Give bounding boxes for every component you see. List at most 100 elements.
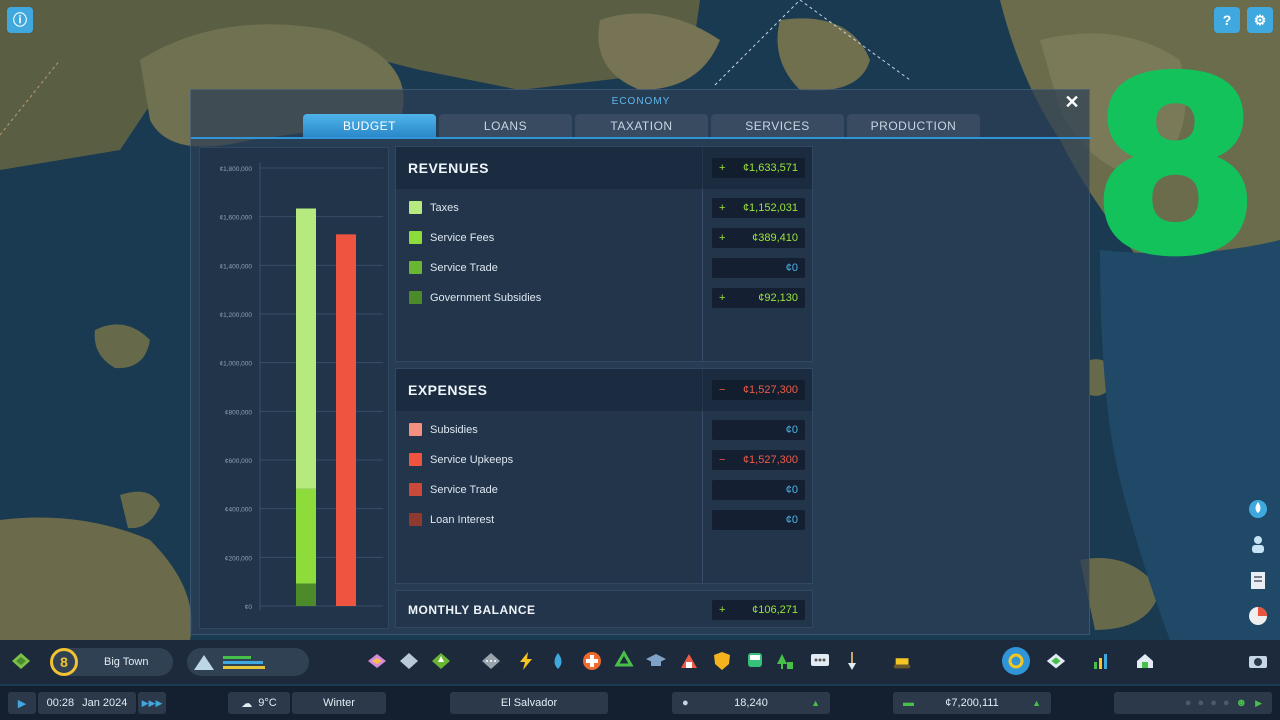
garbage-tool[interactable] bbox=[613, 650, 635, 672]
tab-loans[interactable]: LOANS bbox=[439, 114, 572, 137]
info-icon: ⓘ bbox=[13, 12, 27, 28]
water-info-button[interactable] bbox=[1244, 494, 1272, 522]
expense-row-label: Subsidies bbox=[430, 424, 478, 436]
tab-services[interactable]: SERVICES bbox=[711, 114, 844, 137]
bulldozer-icon bbox=[893, 658, 911, 669]
tab-taxation[interactable]: TAXATION bbox=[575, 114, 708, 137]
value-amount: ¢1,527,300 bbox=[742, 454, 798, 466]
tab-production[interactable]: PRODUCTION bbox=[847, 114, 980, 137]
milestone-badge: 8 bbox=[50, 648, 78, 676]
fast-forward-icon: ▶▶▶ bbox=[141, 697, 163, 708]
revenue-row-label: Taxes bbox=[430, 202, 459, 214]
money-display[interactable]: ▬ ¢7,200,111 ▲ bbox=[893, 692, 1051, 714]
road-icon bbox=[482, 653, 500, 669]
economy-button[interactable] bbox=[1134, 650, 1156, 672]
zoning-tool[interactable] bbox=[366, 650, 388, 672]
landscaping-tool[interactable] bbox=[430, 650, 452, 672]
dot-icon: ● bbox=[1197, 697, 1205, 709]
bulldozer-tool[interactable] bbox=[892, 650, 914, 672]
game-date: Jan 2024 bbox=[82, 697, 128, 709]
landscaping-shovel-tool[interactable] bbox=[841, 650, 863, 672]
play-icon: ▶ bbox=[17, 697, 27, 710]
value-amount: ¢0 bbox=[785, 514, 798, 526]
happiness-display[interactable]: ● ● ● ● ☻ ▶ bbox=[1114, 692, 1272, 714]
chirper-log-button[interactable] bbox=[1244, 566, 1272, 594]
parks-tool[interactable] bbox=[774, 650, 796, 672]
expenses-title: EXPENSES bbox=[408, 382, 488, 398]
question-icon: ? bbox=[1222, 12, 1232, 28]
city-info-pill[interactable]: 8 Big Town bbox=[50, 648, 173, 676]
value-sign: + bbox=[719, 604, 726, 616]
temperature: 9°C bbox=[258, 697, 277, 709]
revenues-total: + ¢1,633,571 bbox=[712, 158, 805, 178]
city-hall-icon bbox=[194, 655, 214, 670]
economy-tabs: BUDGET LOANS TAXATION SERVICES PRODUCTIO… bbox=[303, 114, 983, 137]
y-tick-label: ¢200,000 bbox=[225, 555, 252, 562]
pie-chart-icon bbox=[1249, 607, 1267, 625]
expense-row-value: ¢0 bbox=[712, 420, 805, 440]
info-button[interactable]: ⓘ bbox=[7, 7, 33, 33]
revenue-row-value: ¢0 bbox=[712, 258, 805, 278]
recycle-icon bbox=[614, 650, 634, 667]
value-amount: ¢106,271 bbox=[752, 604, 798, 616]
layers-icon bbox=[12, 653, 30, 669]
police-tool[interactable] bbox=[711, 650, 733, 672]
legend-swatch bbox=[409, 453, 422, 466]
expense-row-value: − ¢1,527,300 bbox=[712, 450, 805, 470]
person-icon: ● bbox=[682, 697, 689, 709]
status-bar: ▶ 00:28 Jan 2024 ▶▶▶ ☁ 9°C Winter El Sal… bbox=[0, 686, 1280, 720]
statistics-button[interactable] bbox=[1090, 650, 1112, 672]
chart-bar-segment bbox=[336, 234, 356, 606]
value-amount: ¢1,152,031 bbox=[742, 202, 798, 214]
map-layers-button[interactable] bbox=[10, 650, 32, 672]
play-button[interactable]: ▶ bbox=[8, 692, 36, 714]
y-tick-label: ¢400,000 bbox=[225, 507, 252, 514]
speed-button[interactable]: ▶▶▶ bbox=[138, 692, 166, 714]
health-tool[interactable] bbox=[581, 650, 603, 672]
graduation-cap-icon bbox=[646, 654, 666, 666]
value-sign: − bbox=[719, 454, 726, 466]
revenue-row-value: + ¢389,410 bbox=[712, 228, 805, 248]
roads-tool[interactable] bbox=[480, 650, 502, 672]
water-tool[interactable] bbox=[547, 650, 569, 672]
y-tick-label: ¢1,400,000 bbox=[219, 263, 252, 270]
citizens-info-button[interactable] bbox=[1244, 530, 1272, 558]
y-tick-label: ¢1,600,000 bbox=[219, 215, 252, 222]
info-views-button[interactable] bbox=[1002, 647, 1030, 675]
budget-chart: ¢1,800,000 ¢1,600,000 ¢1,400,000 ¢1,200,000… bbox=[199, 147, 389, 629]
transportation-tool[interactable] bbox=[744, 650, 766, 672]
area-tool[interactable] bbox=[398, 650, 420, 672]
y-tick-label: ¢1,200,000 bbox=[219, 312, 252, 319]
progression-pill[interactable] bbox=[187, 648, 309, 676]
statistics-pie-button[interactable] bbox=[1244, 602, 1272, 630]
tree-icon bbox=[777, 654, 793, 669]
expenses-total: − ¢1,527,300 bbox=[712, 380, 805, 400]
photo-mode-button[interactable] bbox=[1247, 650, 1269, 672]
expenses-header: EXPENSES − ¢1,527,300 bbox=[396, 369, 812, 411]
population-display[interactable]: ● 18,240 ▲ bbox=[672, 692, 830, 714]
y-tick-label: ¢800,000 bbox=[225, 409, 252, 416]
tab-budget[interactable]: BUDGET bbox=[303, 114, 436, 137]
population-count: 18,240 bbox=[734, 697, 768, 709]
region-display[interactable]: El Salvador bbox=[450, 692, 608, 714]
communications-tool[interactable] bbox=[809, 650, 831, 672]
map-view-button[interactable] bbox=[1045, 650, 1067, 672]
cash-icon: ▬ bbox=[903, 697, 914, 709]
progress-bar-green bbox=[223, 655, 251, 659]
money-amount: ¢7,200,111 bbox=[945, 697, 999, 709]
milestone-level: 8 bbox=[60, 654, 68, 670]
fire-tool[interactable] bbox=[678, 650, 700, 672]
electricity-tool[interactable] bbox=[515, 650, 537, 672]
legend-swatch bbox=[409, 513, 422, 526]
weather-display[interactable]: ☁ 9°C bbox=[228, 692, 290, 714]
fire-station-icon bbox=[681, 654, 697, 668]
police-badge-icon bbox=[714, 652, 730, 670]
main-toolbar: 8 Big Town bbox=[0, 640, 1280, 684]
side-toolbar bbox=[1244, 494, 1272, 638]
close-button[interactable]: ✕ bbox=[1063, 93, 1081, 111]
tab-underline bbox=[191, 137, 1091, 139]
budget-chart-svg: ¢1,800,000 ¢1,600,000 ¢1,400,000 ¢1,200,000… bbox=[219, 162, 383, 611]
revenue-row-value: + ¢1,152,031 bbox=[712, 198, 805, 218]
revenues-title: REVENUES bbox=[408, 160, 490, 176]
education-tool[interactable] bbox=[645, 650, 667, 672]
